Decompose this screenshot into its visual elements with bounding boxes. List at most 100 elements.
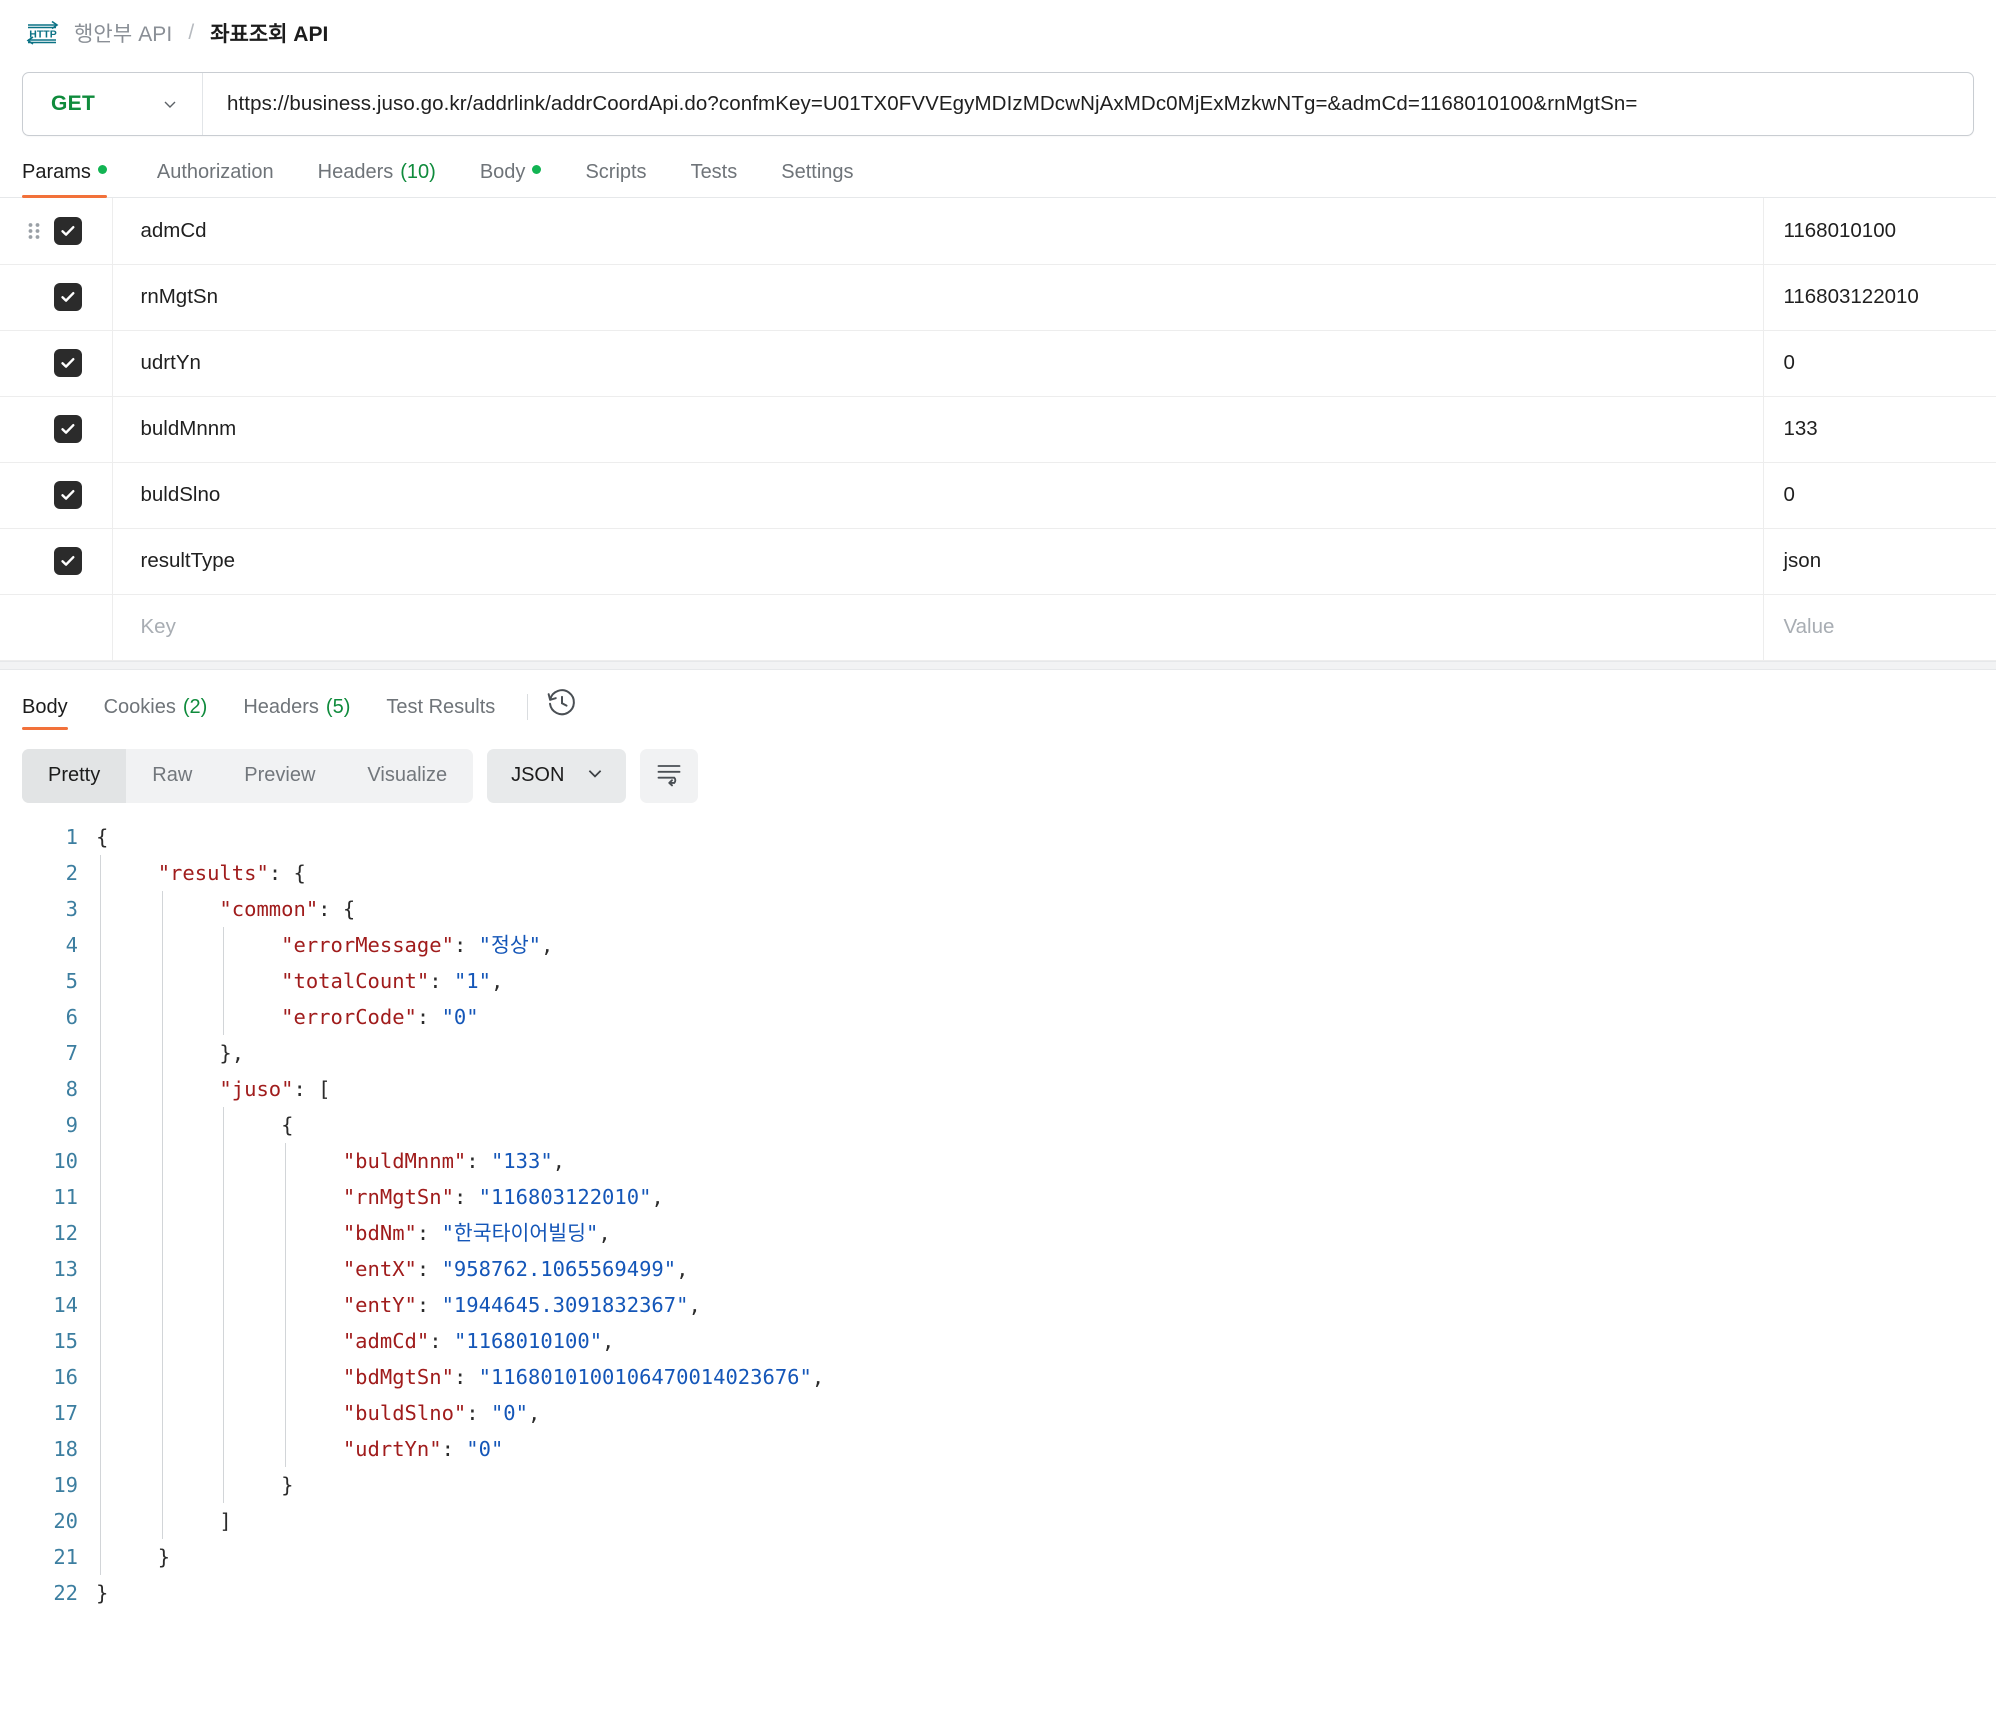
line-number: 13	[53, 1256, 78, 1281]
table-row: admCd 1168010100	[0, 198, 1996, 265]
param-key-cell[interactable]: rnMgtSn	[112, 264, 1764, 331]
param-key-cell[interactable]: admCd	[112, 198, 1764, 265]
line-number: 18	[53, 1436, 78, 1461]
toolbar-divider	[527, 693, 529, 720]
table-row: resultType json	[0, 528, 1996, 595]
code-line: "juso": [	[96, 1070, 1996, 1107]
line-number: 2	[65, 860, 78, 885]
response-tab-body[interactable]: Body	[22, 696, 86, 730]
chevron-down-icon	[162, 96, 178, 112]
param-value-text: 0	[1783, 351, 1795, 374]
param-enabled-checkbox[interactable]	[54, 481, 82, 509]
http-protocol-icon: HTTP	[26, 18, 60, 48]
url-input[interactable]: https://business.juso.go.kr/addrlink/add…	[203, 73, 1973, 135]
code-line: "bdNm": "한국타이어빌딩",	[96, 1214, 1996, 1251]
line-number: 20	[53, 1508, 78, 1533]
code-line: "results": {	[96, 854, 1996, 891]
param-value-cell[interactable]: 1168010100	[1763, 198, 1996, 265]
format-pretty-button[interactable]: Pretty	[22, 748, 127, 803]
code-line: "buldSlno": "0",	[96, 1394, 1996, 1431]
response-tab-cookies-count: (2)	[182, 695, 208, 718]
tab-scripts[interactable]: Scripts	[563, 161, 668, 197]
response-language-label: JSON	[511, 764, 565, 786]
param-value-cell[interactable]: json	[1763, 528, 1996, 595]
response-tab-test-results[interactable]: Test Results	[368, 696, 513, 730]
drag-handle-icon[interactable]	[28, 221, 42, 241]
breadcrumb-current[interactable]: 좌표조회 API	[210, 18, 328, 48]
line-number: 8	[65, 1076, 78, 1101]
param-key-cell[interactable]: udrtYn	[112, 330, 1764, 397]
param-value-cell-empty[interactable]: Value	[1763, 594, 1996, 661]
line-number: 19	[53, 1472, 78, 1497]
code-line: "errorMessage": "정상",	[96, 926, 1996, 963]
param-enabled-checkbox[interactable]	[54, 216, 82, 245]
param-key-text: rnMgtSn	[140, 285, 218, 308]
param-enabled-cell	[0, 330, 113, 397]
code-line: "errorCode": "0"	[96, 998, 1996, 1035]
param-key-text: resultType	[140, 549, 236, 572]
response-tab-body-label: Body	[22, 695, 68, 718]
response-tab-headers-count: (5)	[325, 695, 351, 718]
json-code-content: { "results": { "common": { "errorMessage…	[96, 819, 1996, 1611]
param-enabled-checkbox[interactable]	[54, 283, 82, 311]
format-preview-button[interactable]: Preview	[218, 749, 341, 803]
param-value-cell[interactable]: 0	[1763, 462, 1996, 529]
param-enabled-checkbox[interactable]	[54, 349, 82, 377]
line-number: 10	[53, 1148, 78, 1173]
code-line: "entX": "958762.1065569499",	[96, 1250, 1996, 1287]
param-key-text: admCd	[140, 218, 207, 242]
response-body-viewer[interactable]: 1 2 3 4 5 6 7 8 9 10 11 12 13 14 15 16 17 18 19 20 21 22 { "r…	[0, 803, 1996, 1611]
code-line: }	[96, 1538, 1996, 1575]
param-value-text: 116803122010	[1783, 285, 1919, 308]
param-enabled-cell	[0, 528, 113, 595]
response-pane-divider[interactable]	[0, 660, 1996, 670]
param-key-cell[interactable]: buldSlno	[112, 462, 1764, 529]
table-row-empty: Key Value	[0, 594, 1996, 661]
tab-headers[interactable]: Headers (10)	[296, 161, 458, 197]
line-number: 9	[65, 1112, 78, 1137]
wrap-lines-button[interactable]	[640, 748, 699, 803]
params-modified-dot	[97, 165, 107, 174]
response-tab-headers[interactable]: Headers (5)	[225, 696, 368, 730]
http-method-select[interactable]: GET	[23, 73, 203, 135]
param-key-cell[interactable]: resultType	[112, 528, 1764, 595]
tab-settings-label: Settings	[781, 161, 854, 183]
format-visualize-button[interactable]: Visualize	[341, 749, 473, 803]
tab-scripts-label: Scripts	[585, 161, 647, 183]
response-language-select[interactable]: JSON	[487, 748, 627, 803]
param-key-cell-empty[interactable]: Key	[112, 594, 1764, 661]
param-enabled-checkbox[interactable]	[54, 547, 82, 575]
tab-headers-count: (10)	[400, 161, 436, 183]
code-line: "common": {	[96, 890, 1996, 927]
param-value-cell[interactable]: 133	[1763, 396, 1996, 463]
request-url-bar: GET https://business.juso.go.kr/addrlink…	[0, 66, 1996, 136]
param-value-cell[interactable]: 116803122010	[1763, 264, 1996, 331]
param-key-placeholder: Key	[140, 615, 176, 638]
history-clock-icon[interactable]	[546, 687, 578, 730]
param-value-text: 133	[1783, 417, 1818, 440]
response-tab-cookies[interactable]: Cookies (2)	[86, 696, 226, 730]
tab-headers-label: Headers	[317, 161, 394, 183]
tab-body[interactable]: Body	[458, 161, 564, 197]
param-enabled-checkbox[interactable]	[54, 415, 82, 443]
tab-params-label: Params	[22, 161, 91, 183]
tab-tests[interactable]: Tests	[669, 161, 760, 197]
tab-tests-label: Tests	[690, 161, 738, 183]
response-tab-test-results-label: Test Results	[386, 695, 496, 718]
line-number: 1	[65, 824, 78, 849]
param-value-text: 1168010100	[1783, 218, 1897, 242]
tab-authorization[interactable]: Authorization	[135, 161, 296, 197]
breadcrumb-parent[interactable]: 행안부 API	[74, 18, 172, 48]
param-value-cell[interactable]: 0	[1763, 330, 1996, 397]
param-key-cell[interactable]: buldMnnm	[112, 396, 1764, 463]
code-line: ]	[96, 1502, 1996, 1539]
code-line: "rnMgtSn": "116803122010",	[96, 1178, 1996, 1215]
table-row: buldMnnm 133	[0, 396, 1996, 463]
body-modified-dot	[532, 165, 542, 174]
tab-body-label: Body	[479, 161, 526, 183]
param-value-placeholder: Value	[1783, 615, 1835, 638]
format-raw-button[interactable]: Raw	[126, 749, 218, 803]
param-key-text: udrtYn	[140, 351, 201, 374]
tab-settings[interactable]: Settings	[759, 161, 875, 197]
tab-params[interactable]: Params	[22, 161, 129, 198]
